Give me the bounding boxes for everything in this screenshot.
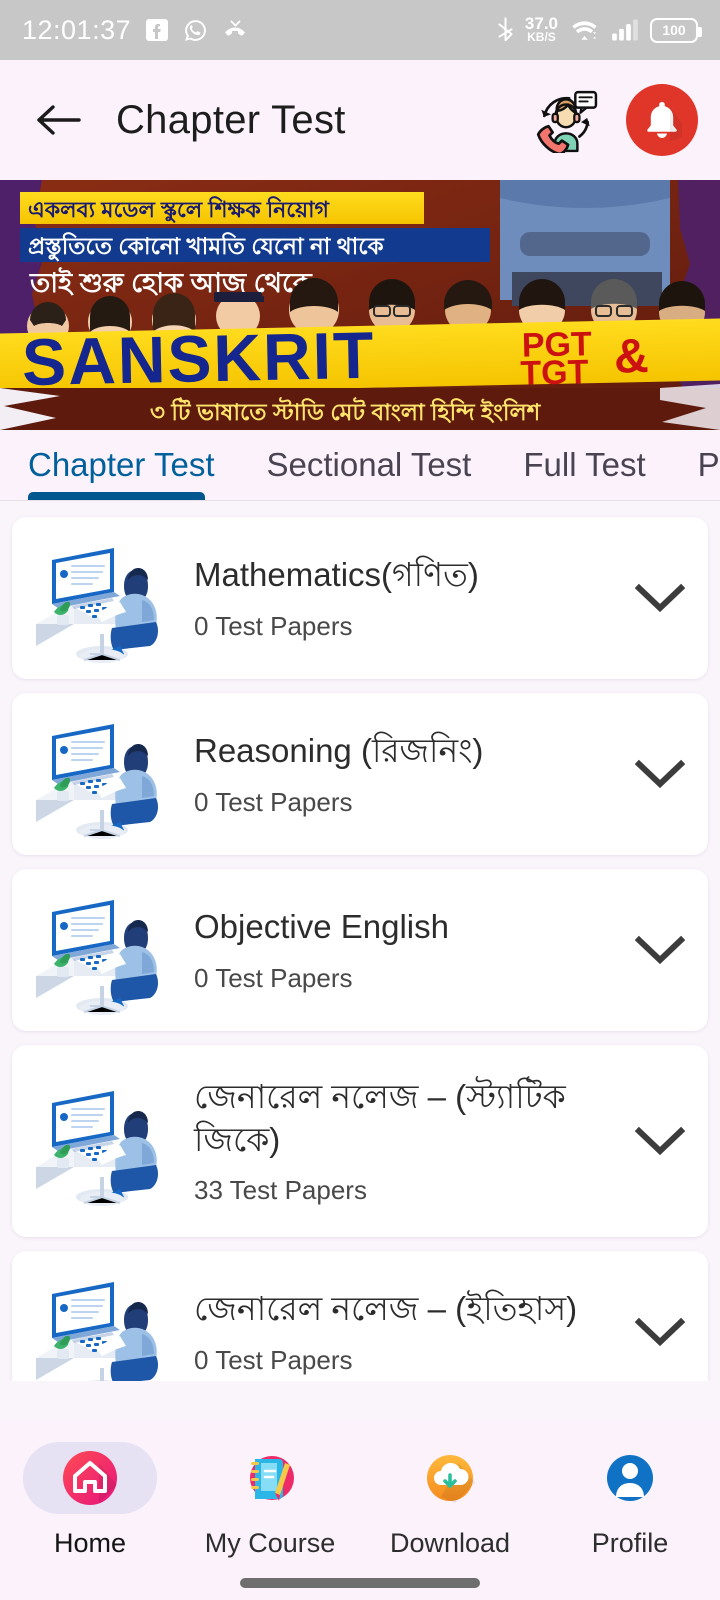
expand-toggle[interactable]: [628, 742, 692, 806]
tab-list[interactable]: Chapter Test Sectional Test Full Test Pr…: [0, 430, 720, 500]
back-button[interactable]: [30, 92, 86, 148]
list-item-paper-count: 33 Test Papers: [194, 1174, 367, 1205]
list-item[interactable]: Mathematics(গণিত) 0 Test Papers: [12, 517, 708, 679]
chevron-down-icon: [635, 935, 685, 965]
download-cloud-icon: [427, 1455, 475, 1503]
nav-label-my-course: My Course: [204, 1528, 336, 1558]
nav-item-my-course[interactable]: My Course: [180, 1442, 360, 1559]
notebook-icon: [250, 1456, 294, 1501]
nav-item-download[interactable]: Download: [360, 1442, 540, 1559]
tab-bar: Chapter Test Sectional Test Full Test Pr…: [0, 430, 720, 501]
list-item-body: Mathematics(গণিত) 0 Test Papers: [174, 554, 628, 641]
list-item-paper-count: 0 Test Papers: [194, 786, 353, 817]
list-bottom-fade: [0, 1412, 720, 1420]
person-icon: [607, 1455, 653, 1501]
notification-bell-button[interactable]: [626, 84, 698, 156]
notification-bell-icon: [647, 102, 682, 141]
tab-sectional-test[interactable]: Sectional Test: [267, 446, 472, 500]
list-item-title: Mathematics(গণিত): [194, 556, 479, 594]
battery-indicator: 100: [650, 17, 702, 43]
list-item[interactable]: জেনারেল নলেজ – (স্ট্যাটিক জিকে) 33 Test …: [12, 1045, 708, 1237]
nav-item-profile[interactable]: Profile: [540, 1442, 720, 1559]
page-title: Chapter Test: [116, 97, 346, 142]
status-bar-right: 37.0 KB/S 100: [497, 15, 702, 45]
list-item-title: জেনারেল নলেজ – (ইতিহাস): [194, 1290, 578, 1328]
list-item[interactable]: Objective English 0 Test Papers: [12, 869, 708, 1031]
list-item[interactable]: Reasoning (রিজনিং) 0 Test Papers: [12, 693, 708, 855]
expand-toggle[interactable]: [628, 1109, 692, 1173]
chevron-down-icon: [635, 759, 685, 789]
nav-label-home: Home: [53, 1528, 127, 1558]
list-item-title: Reasoning (রিজনিং): [194, 732, 484, 770]
active-tab-indicator: [28, 492, 205, 500]
list-item-body: Objective English 0 Test Papers: [174, 906, 628, 993]
expand-toggle[interactable]: [628, 1300, 692, 1364]
list-item-body: জেনারেল নলেজ – (ইতিহাস) 0 Test Papers: [174, 1288, 628, 1375]
person-at-computer-illustration: [36, 1282, 158, 1381]
tab-full-test[interactable]: Full Test: [523, 446, 645, 500]
list-item-body: Reasoning (রিজনিং) 0 Test Papers: [174, 730, 628, 817]
home-gesture-indicator: [240, 1578, 480, 1588]
status-bar-left: 12:01:37: [22, 15, 248, 46]
status-bar-clock: 12:01:37: [22, 14, 132, 45]
wifi-icon: [569, 18, 600, 43]
banner-line-2: প্রস্তুতিতে কোনো খামতি যেনো না থাকে: [28, 232, 385, 262]
list-item[interactable]: জেনারেল নলেজ – (ইতিহাস) 0 Test Papers: [12, 1251, 708, 1381]
battery-level: 100: [662, 22, 686, 38]
nav-item-home[interactable]: Home: [0, 1442, 180, 1559]
expand-toggle[interactable]: [628, 918, 692, 982]
list-item-title: জেনারেল নলেজ – (স্ট্যাটিক জিকে): [194, 1078, 566, 1158]
chevron-down-icon: [635, 1317, 685, 1347]
banner-badge-tgt: TGT: [520, 353, 589, 392]
home-icon: [63, 1451, 117, 1505]
person-at-computer-illustration: [36, 1091, 158, 1206]
app-bar: Chapter Test: [0, 60, 720, 180]
promo-banner-image: একলব্য মডেল স্কুলে শিক্ষক নিয়োগ প্রস্তু…: [0, 180, 720, 430]
nav-profile-pill: [563, 1442, 697, 1514]
missed-call-icon: [222, 20, 248, 40]
nav-label-download: Download: [389, 1528, 511, 1558]
banner-footer: ৩ টি ভাষাতে স্টাডি মেট বাংলা হিন্দি ইংলি…: [150, 397, 542, 425]
customer-support-icon[interactable]: [532, 87, 598, 153]
chevron-down-icon: [635, 1126, 685, 1156]
person-at-computer-illustration: [36, 900, 158, 1015]
bottom-navigation: Home My Course Download Profile: [0, 1420, 720, 1600]
chevron-down-icon: [635, 583, 685, 613]
app-screen: 12:01:37 37.0 KB/S 100 Chapter Test একলব…: [0, 0, 720, 1600]
nav-label-profile: Profile: [591, 1528, 669, 1558]
nav-download-pill: [383, 1442, 517, 1514]
person-at-computer-illustration: [36, 548, 158, 663]
cellular-signal-icon: [611, 18, 639, 42]
network-speed-unit: KB/S: [527, 30, 556, 45]
promo-banner[interactable]: একলব্য মডেল স্কুলে শিক্ষক নিয়োগ প্রস্তু…: [0, 180, 720, 430]
bluetooth-icon: [497, 16, 514, 44]
expand-toggle[interactable]: [628, 566, 692, 630]
network-speed-indicator: 37.0 KB/S: [525, 15, 558, 45]
banner-line-1: একলব্য মডেল স্কুলে শিক্ষক নিয়োগ: [28, 196, 330, 224]
person-at-computer-illustration: [36, 724, 158, 839]
banner-badge-amp: &: [614, 330, 650, 384]
status-bar: 12:01:37 37.0 KB/S 100: [0, 0, 720, 60]
list-item-paper-count: 0 Test Papers: [194, 962, 353, 993]
list-item-paper-count: 0 Test Papers: [194, 610, 353, 641]
list-item-body: জেনারেল নলেজ – (স্ট্যাটিক জিকে) 33 Test …: [174, 1076, 628, 1205]
list-item-title: Objective English: [194, 908, 449, 946]
facebook-icon: [145, 18, 169, 42]
nav-home-pill: [23, 1442, 157, 1514]
list-item-paper-count: 0 Test Papers: [194, 1344, 353, 1375]
chapter-test-list: Mathematics(গণিত) 0 Test Papers Reasonin…: [0, 501, 720, 1381]
tab-previous-year[interactable]: Pre: [698, 446, 720, 500]
banner-line-3: তাই শুরু হোক আজ থেকে: [29, 266, 313, 298]
banner-headline: SANSKRIT: [21, 318, 376, 399]
nav-my-course-pill: [203, 1442, 337, 1514]
whatsapp-icon: [183, 18, 208, 43]
back-arrow-icon: [37, 105, 81, 135]
